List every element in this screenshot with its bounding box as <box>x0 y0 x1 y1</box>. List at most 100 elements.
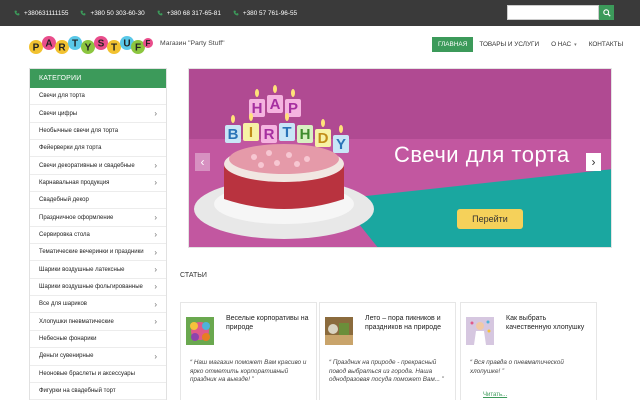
phone-icon <box>157 10 163 16</box>
phone-3[interactable]: +380 68 317-65-81 <box>157 10 221 17</box>
sidebar-item-label: Тематические вечеринки и праздники <box>39 249 144 256</box>
svg-text:Y: Y <box>85 43 92 54</box>
sidebar-item-label: Небесные фонарики <box>39 335 97 342</box>
sidebar-item[interactable]: Карнавальная продукция › <box>30 175 166 193</box>
svg-text:P: P <box>33 43 40 54</box>
category-sidebar: Категории Свечи для торта Свечи цифры › Нео… <box>29 68 167 400</box>
sidebar-item[interactable]: Неоновые браслеты и аксессуары <box>30 366 166 383</box>
sidebar-item-label: Карнавальная продукция <box>39 179 110 186</box>
article-thumbnail[interactable] <box>466 317 494 345</box>
chevron-right-icon: › <box>591 155 596 169</box>
read-more-link[interactable]: Читать... <box>483 392 507 398</box>
svg-text:H: H <box>252 100 263 117</box>
article-thumbnail[interactable] <box>325 317 353 345</box>
sidebar-item[interactable]: Фейерверки для торта <box>30 140 166 158</box>
sidebar-item[interactable]: Фигурки на свадебный торт <box>30 383 166 400</box>
category-list: Свечи для торта Свечи цифры › Необычные све… <box>30 88 166 400</box>
sidebar-item-label: Фейерверки для торта <box>39 145 102 152</box>
svg-text:Y: Y <box>336 136 346 153</box>
chevron-right-icon: › <box>154 317 157 327</box>
sidebar-item-label: Деньги сувенирные <box>39 353 94 360</box>
sidebar-item[interactable]: Праздничное оформление › <box>30 209 166 227</box>
article-card[interactable]: Веселые корпоративы на природе “ Наш маг… <box>180 302 317 400</box>
phone-list: +380631111155 +380 50 303-60-30 +380 68 … <box>14 0 297 26</box>
logo[interactable]: P A R T Y S T U F F <box>28 30 153 60</box>
sidebar-item[interactable]: Свечи цифры › <box>30 105 166 123</box>
sidebar-item-label: Свечи цифры <box>39 110 78 117</box>
sidebar-item[interactable]: Свечи декоративные и свадебные › <box>30 157 166 175</box>
chevron-right-icon: › <box>154 282 157 292</box>
search-icon <box>602 8 611 17</box>
nav-about[interactable]: О нас ▾ <box>545 37 583 52</box>
hero-slider: H A P B I R T H D Y Свечи для торта Пере… <box>188 68 612 248</box>
sidebar-item[interactable]: Шарики воздушные латексные › <box>30 261 166 279</box>
sidebar-item[interactable]: Необычные свечи для торта <box>30 123 166 141</box>
sidebar-item[interactable]: Все для шариков › <box>30 296 166 314</box>
chevron-right-icon: › <box>154 213 157 223</box>
phone-icon <box>81 10 86 16</box>
article-excerpt: “ Вся правда о пневматической хлопушке! … <box>470 359 564 375</box>
article-title[interactable]: Лето – пора пикников и праздников на при… <box>365 314 451 332</box>
svg-text:D: D <box>318 130 329 147</box>
chevron-down-icon: ▾ <box>574 41 577 48</box>
search-input[interactable] <box>507 5 599 20</box>
phone-number: +380631111155 <box>24 9 69 17</box>
article-excerpt: “ Наш магазин поможет Вам красиво и ярко… <box>190 359 307 384</box>
chevron-right-icon: › <box>154 161 157 171</box>
chevron-right-icon: › <box>154 109 157 119</box>
nav-contacts[interactable]: Контакты <box>583 37 629 52</box>
chevron-right-icon: › <box>154 351 157 361</box>
phone-icon <box>14 10 20 16</box>
sidebar-item[interactable]: Свадебный декор <box>30 192 166 210</box>
slider-next-button[interactable]: › <box>586 153 601 171</box>
slide-title: Свечи для торта <box>394 142 570 167</box>
phone-number: +380 68 317-65-81 <box>166 9 221 17</box>
sidebar-item[interactable]: Шарики воздушные фольгированные › <box>30 279 166 297</box>
chevron-right-icon: › <box>154 178 157 188</box>
phone-2[interactable]: +380 50 303-60-30 <box>80 10 145 17</box>
svg-text:H: H <box>300 126 311 143</box>
sidebar-item-label: Шарики воздушные фольгированные <box>39 283 143 290</box>
sidebar-item[interactable]: Деньги сувенирные › <box>30 348 166 366</box>
sidebar-title: Категории <box>30 69 166 88</box>
chevron-right-icon: › <box>154 230 157 240</box>
sidebar-item-label: Праздничное оформление <box>39 214 114 221</box>
nav-home[interactable]: Главная <box>432 37 474 52</box>
articles-section-title: Статьи <box>180 272 207 279</box>
article-card[interactable]: Лето – пора пикников и праздников на при… <box>319 302 456 400</box>
slide-cta-button[interactable]: Перейти <box>457 209 523 229</box>
svg-text:T: T <box>111 43 117 54</box>
svg-text:P: P <box>288 100 298 117</box>
svg-text:F: F <box>135 43 141 54</box>
svg-text:B: B <box>228 126 239 143</box>
sidebar-item-label: Свечи декоративные и свадебные <box>39 162 135 169</box>
sidebar-item[interactable]: Свечи для торта <box>30 88 166 106</box>
sidebar-item-label: Все для шариков <box>39 301 87 308</box>
sidebar-item[interactable]: Хлопушки пневматические › <box>30 313 166 331</box>
sidebar-item-label: Необычные свечи для торта <box>39 127 119 134</box>
phone-1[interactable]: +380631111155 <box>14 10 68 17</box>
sidebar-item-label: Свечи для торта <box>39 93 85 100</box>
chevron-right-icon: › <box>154 299 157 309</box>
article-card[interactable]: Как выбрать качественную хлопушку “ Вся … <box>460 302 597 400</box>
svg-text:R: R <box>264 126 275 143</box>
main-nav: Главная Товары и услуги О нас ▾ Контакты <box>432 37 629 52</box>
sidebar-item[interactable]: Небесные фонарики <box>30 331 166 349</box>
phone-4[interactable]: +380 57 761-96-55 <box>233 10 297 17</box>
sidebar-item[interactable]: Тематические вечеринки и праздники › <box>30 244 166 262</box>
svg-text:I: I <box>249 124 253 141</box>
article-title[interactable]: Веселые корпоративы на природе <box>226 314 312 332</box>
search-button[interactable] <box>599 5 614 20</box>
site-tagline: Магазин "Party Stuff" <box>160 40 225 47</box>
sidebar-item[interactable]: Сервировка стола › <box>30 227 166 245</box>
slider-prev-button[interactable]: ‹ <box>195 153 210 171</box>
phone-icon <box>233 10 239 16</box>
svg-text:U: U <box>123 39 130 50</box>
sidebar-item-label: Шарики воздушные латексные <box>39 266 125 273</box>
article-thumbnail[interactable] <box>186 317 214 345</box>
top-bar: +380631111155 +380 50 303-60-30 +380 68 … <box>0 0 640 26</box>
sidebar-item-label: Хлопушки пневматические <box>39 318 114 325</box>
article-title[interactable]: Как выбрать качественную хлопушку <box>506 314 592 332</box>
nav-products[interactable]: Товары и услуги <box>473 37 545 52</box>
svg-text:F: F <box>146 39 151 48</box>
